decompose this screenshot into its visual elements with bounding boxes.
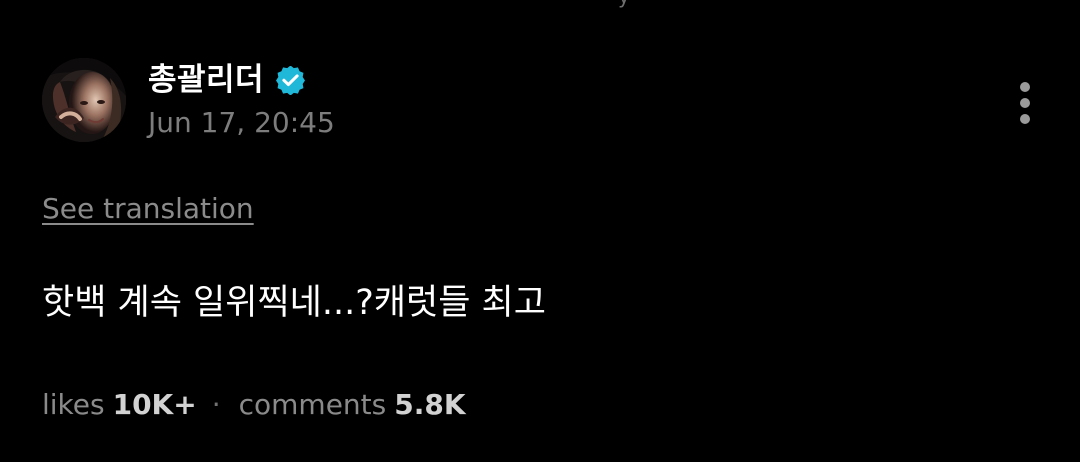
likes-count[interactable]: 10K+ (113, 386, 197, 424)
post-engagement-stats: likes 10K+ · comments 5.8K (42, 386, 466, 424)
comments-label[interactable]: comments (239, 386, 387, 424)
vertical-ellipsis-icon (1020, 82, 1030, 92)
comments-count[interactable]: 5.8K (394, 386, 465, 424)
vertical-ellipsis-icon (1020, 114, 1030, 124)
more-options-button[interactable] (1006, 78, 1044, 126)
post-timestamp: Jun 17, 20:45 (148, 106, 335, 139)
likes-label[interactable]: likes (42, 386, 105, 424)
see-translation-link[interactable]: See translation (42, 191, 254, 227)
profile-photo (42, 58, 126, 142)
author-name[interactable]: 총괄리더 (148, 60, 264, 100)
vertical-ellipsis-icon (1020, 98, 1030, 108)
author-name-row: 총괄리더 (148, 58, 306, 102)
post-body-text: 핫백 계속 일위찍네...?캐럿들 최고 (42, 283, 546, 323)
post-header: 총괄리더 Jun 17, 20:45 (148, 58, 508, 142)
social-post-card: 총괄리더 Jun 17, 20:45 See translation 핫백 계속… (0, 0, 1080, 462)
verified-badge-icon (276, 65, 306, 95)
stats-separator: · (211, 388, 221, 421)
author-avatar[interactable] (42, 58, 126, 142)
